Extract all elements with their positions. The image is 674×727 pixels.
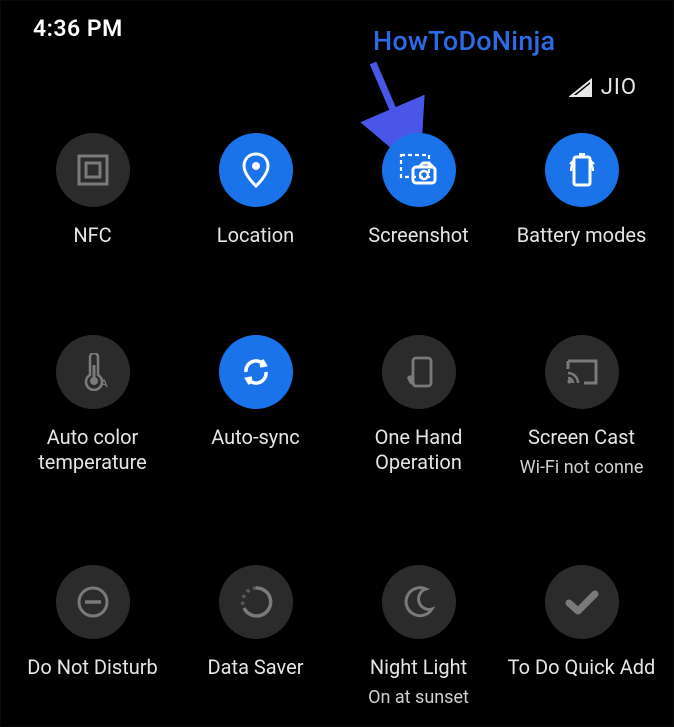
auto-color-temp-toggle[interactable]: A [56, 335, 130, 409]
dnd-icon [75, 584, 111, 620]
one-hand-icon [403, 354, 435, 390]
location-icon [241, 152, 271, 188]
battery-modes-toggle[interactable] [545, 133, 619, 207]
screen-cast-toggle[interactable] [545, 335, 619, 409]
nfc-icon [76, 153, 110, 187]
tile-one-hand: One Hand Operation [337, 335, 500, 479]
tile-battery-modes: Battery modes [500, 133, 663, 249]
nfc-toggle[interactable] [56, 133, 130, 207]
cast-icon [564, 357, 600, 387]
tile-auto-sync: Auto-sync [174, 335, 337, 479]
tile-todo-quick-add: To Do Quick Add [500, 565, 663, 709]
tile-sublabel: On at sunset [368, 687, 469, 709]
tile-data-saver: Data Saver [174, 565, 337, 709]
screenshot-button[interactable] [382, 133, 456, 207]
checkmark-icon [565, 589, 599, 615]
quick-settings-panel: { "status": { "time": "4:36 PM", "carrie… [0, 0, 674, 727]
tile-label: One Hand Operation [339, 425, 499, 475]
status-bar: 4:36 PM [1, 9, 673, 42]
tile-label: Screen Cast [528, 425, 635, 451]
thermometer-icon: A [78, 353, 108, 391]
tile-label: Do Not Disturb [27, 655, 158, 681]
status-right: JIO [569, 75, 637, 100]
tile-night-light: Night Light On at sunset [337, 565, 500, 709]
tile-screen-cast: Screen Cast Wi-Fi not conne [500, 335, 663, 479]
tile-sublabel: Wi-Fi not conne [520, 457, 644, 479]
tile-label: Auto color temperature [13, 425, 173, 475]
tile-label: Auto-sync [211, 425, 300, 451]
tile-location: Location [174, 133, 337, 249]
tile-screenshot: Screenshot [337, 133, 500, 249]
dnd-toggle[interactable] [56, 565, 130, 639]
carrier-label: JIO [601, 75, 637, 100]
tile-label: Battery modes [517, 223, 647, 249]
tile-label: NFC [73, 223, 111, 249]
annotation-text: HowToDoNinja [373, 25, 555, 57]
status-time: 4:36 PM [33, 15, 123, 42]
night-light-toggle[interactable] [382, 565, 456, 639]
tile-dnd: Do Not Disturb [11, 565, 174, 709]
location-toggle[interactable] [219, 133, 293, 207]
signal-icon [569, 78, 593, 98]
svg-text:A: A [100, 378, 108, 390]
tile-label: Night Light [370, 655, 467, 681]
sync-icon [238, 354, 274, 390]
tile-label: Screenshot [368, 223, 468, 249]
auto-sync-toggle[interactable] [219, 335, 293, 409]
battery-icon [569, 151, 595, 189]
one-hand-toggle[interactable] [382, 335, 456, 409]
data-saver-toggle[interactable] [219, 565, 293, 639]
moon-icon [402, 585, 436, 619]
tile-label: Location [217, 223, 294, 249]
screenshot-icon [399, 153, 439, 187]
data-saver-icon [238, 584, 274, 620]
todo-quick-add-button[interactable] [545, 565, 619, 639]
tile-nfc: NFC [11, 133, 174, 249]
tile-label: Data Saver [208, 655, 304, 681]
quick-settings-grid: NFC Location [1, 133, 673, 708]
tile-label: To Do Quick Add [508, 655, 656, 681]
tile-auto-color-temp: A Auto color temperature [11, 335, 174, 479]
